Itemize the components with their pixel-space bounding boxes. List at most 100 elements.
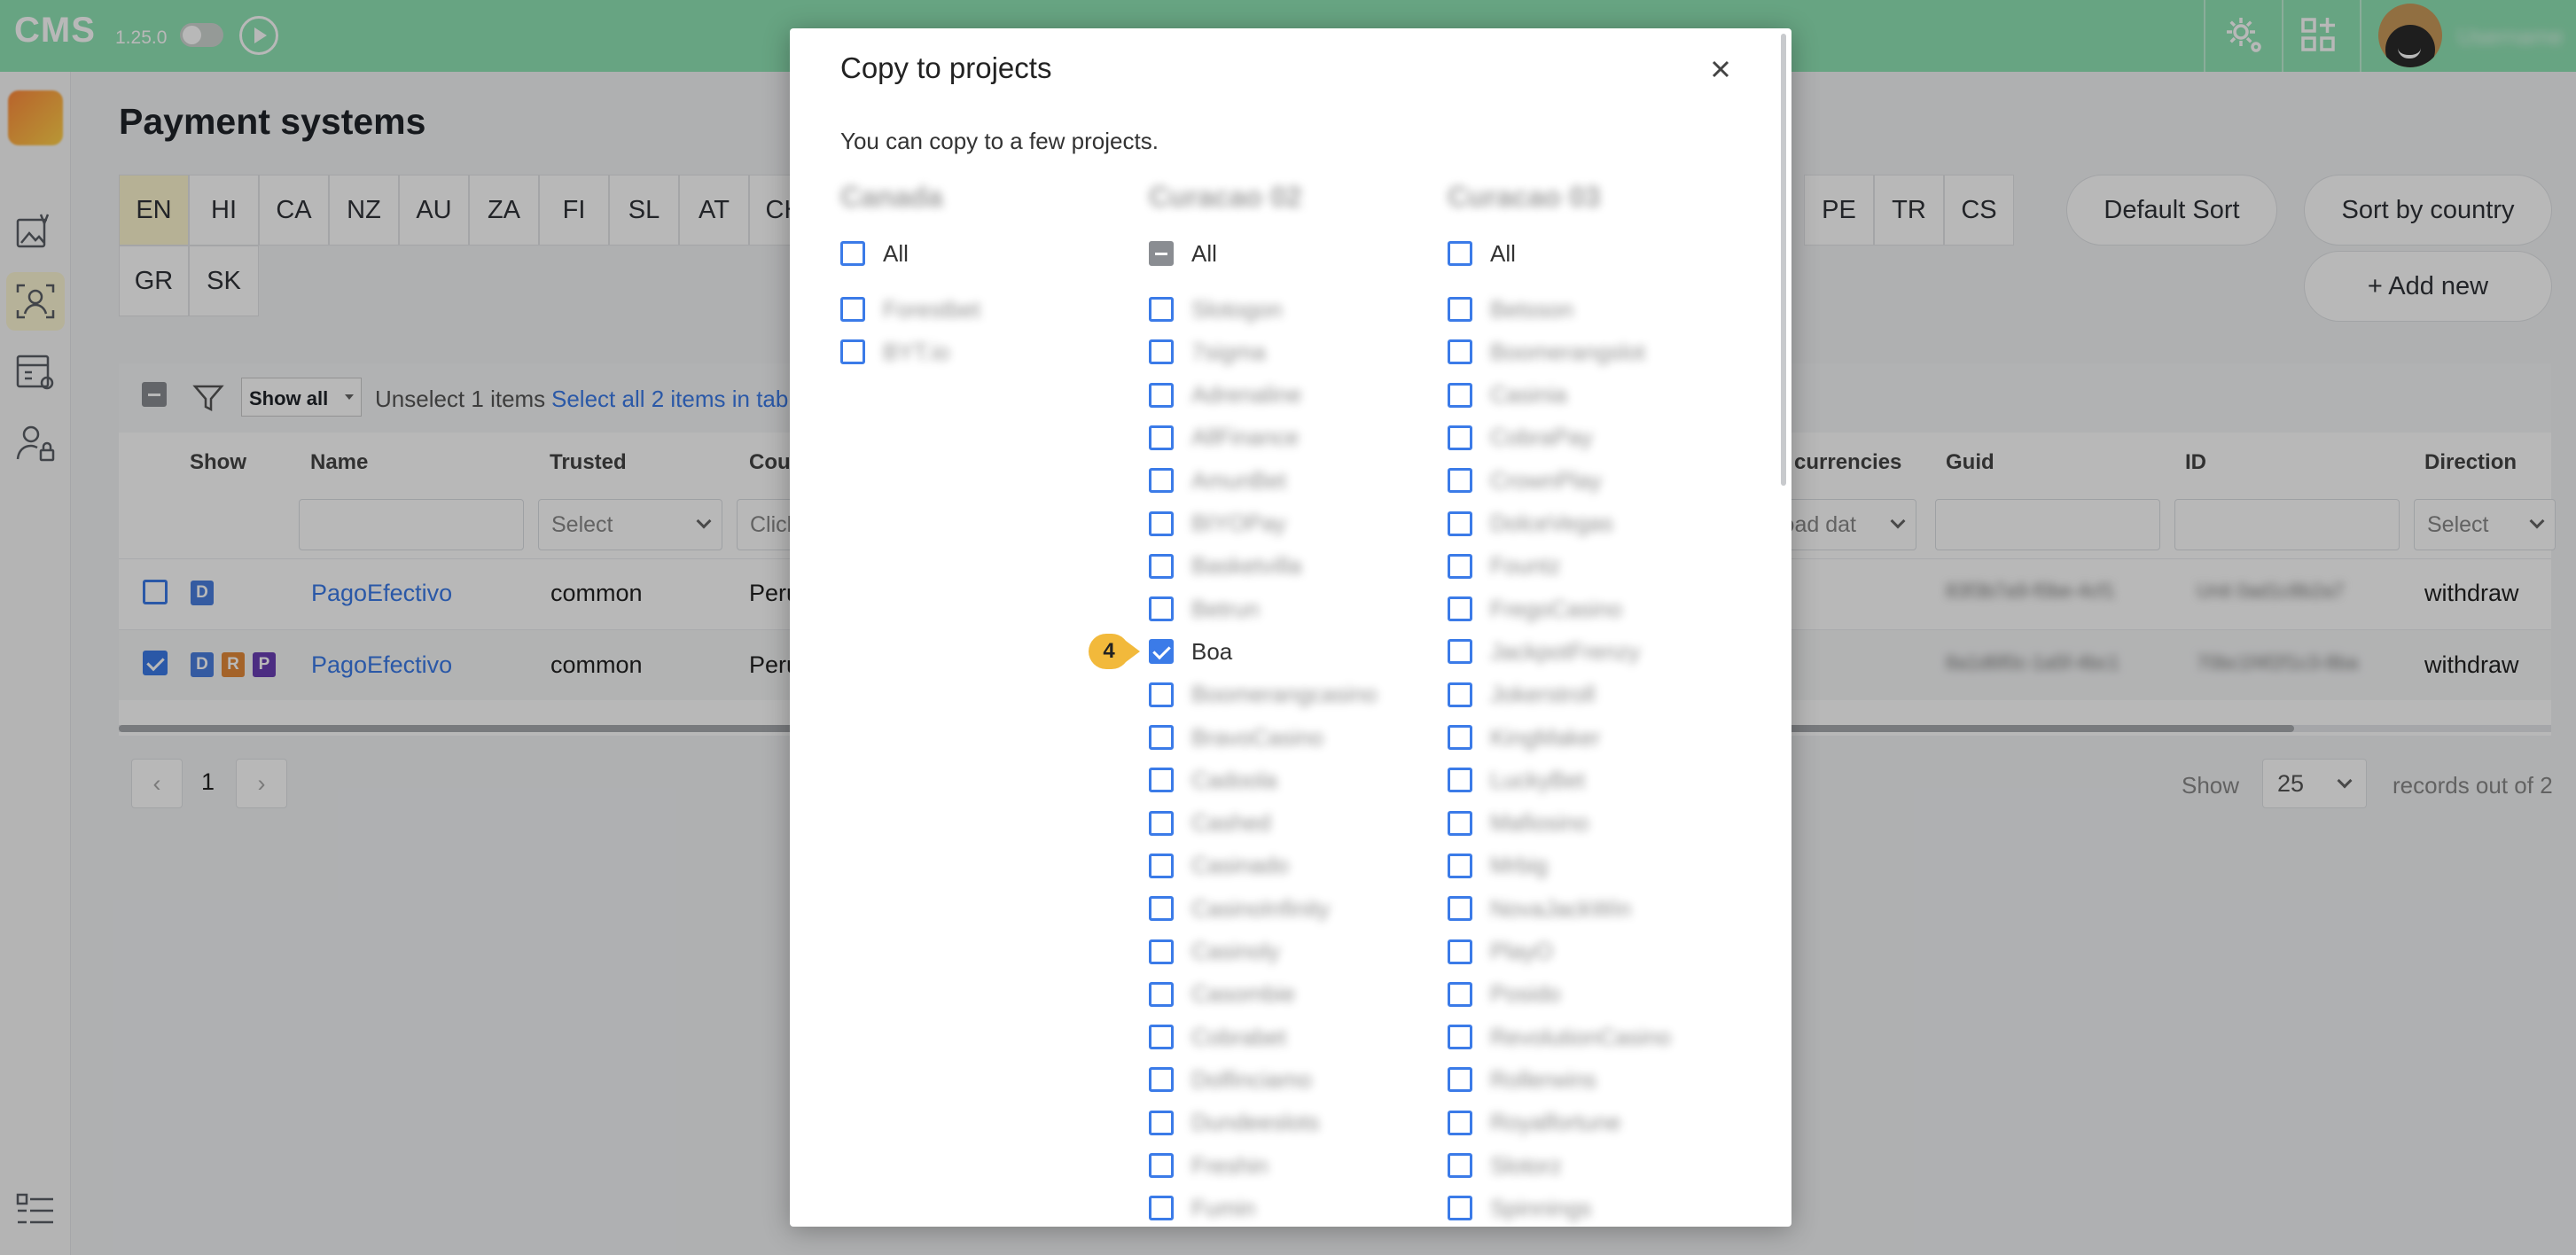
modal-scrollbar[interactable] bbox=[1781, 34, 1786, 486]
project-checkbox[interactable] bbox=[1448, 1025, 1472, 1050]
close-icon[interactable] bbox=[1701, 50, 1740, 89]
project-option[interactable]: KingMaker bbox=[1448, 723, 1600, 752]
project-option[interactable]: Casinia bbox=[1448, 381, 1567, 409]
project-checkbox[interactable] bbox=[1448, 596, 1472, 622]
project-checkbox[interactable] bbox=[1448, 382, 1472, 408]
project-checkbox[interactable] bbox=[1448, 297, 1472, 322]
project-option[interactable]: CobraPay bbox=[1448, 424, 1593, 452]
select-all-checkbox[interactable] bbox=[1149, 241, 1174, 266]
project-option[interactable]: Boomerangcasino bbox=[1149, 681, 1378, 709]
project-checkbox[interactable] bbox=[1448, 768, 1472, 793]
project-option[interactable]: FregoCasino bbox=[1448, 595, 1622, 623]
select-all-option[interactable]: All bbox=[1448, 239, 1516, 268]
project-checkbox[interactable] bbox=[1149, 939, 1174, 964]
project-option[interactable]: RevolutionCasino bbox=[1448, 1023, 1671, 1051]
project-option[interactable]: Dolfinciamo bbox=[1149, 1065, 1312, 1094]
project-checkbox[interactable] bbox=[1149, 382, 1174, 408]
project-checkbox[interactable] bbox=[1448, 511, 1472, 536]
project-checkbox[interactable] bbox=[1448, 425, 1472, 450]
project-option[interactable]: Cobrabet bbox=[1149, 1023, 1286, 1051]
project-option[interactable]: Jokerstroll bbox=[1448, 681, 1595, 709]
project-option[interactable]: 7sigma bbox=[1149, 338, 1266, 366]
project-option[interactable]: Spinnings bbox=[1448, 1194, 1591, 1222]
project-checkbox[interactable] bbox=[840, 339, 865, 365]
project-option[interactable]: Posido bbox=[1448, 980, 1561, 1009]
project-option[interactable]: Forestbet bbox=[840, 295, 980, 323]
project-option[interactable]: Fountz bbox=[1448, 552, 1561, 581]
project-checkbox[interactable] bbox=[1149, 297, 1174, 322]
project-checkbox[interactable] bbox=[1149, 1067, 1174, 1093]
project-option[interactable]: Freshin bbox=[1149, 1151, 1268, 1180]
project-checkbox[interactable] bbox=[1448, 939, 1472, 964]
select-all-checkbox[interactable] bbox=[1448, 241, 1472, 266]
project-option[interactable]: Cashed bbox=[1149, 809, 1271, 838]
project-checkbox[interactable] bbox=[1149, 339, 1174, 365]
select-all-checkbox[interactable] bbox=[840, 241, 865, 266]
project-checkbox[interactable] bbox=[1149, 1110, 1174, 1135]
project-checkbox[interactable] bbox=[1149, 596, 1174, 622]
project-option[interactable]: BIYOPay bbox=[1149, 510, 1286, 538]
project-checkbox[interactable] bbox=[1149, 725, 1174, 750]
project-checkbox[interactable] bbox=[1149, 1025, 1174, 1050]
project-checkbox[interactable] bbox=[1448, 981, 1472, 1007]
project-checkbox[interactable] bbox=[1448, 553, 1472, 579]
project-option[interactable]: Casombie bbox=[1149, 980, 1295, 1009]
project-option[interactable]: AllFinance bbox=[1149, 424, 1299, 452]
project-option[interactable]: BYT.io bbox=[840, 338, 949, 366]
project-checkbox[interactable] bbox=[1149, 468, 1174, 494]
project-checkbox[interactable] bbox=[1448, 339, 1472, 365]
project-checkbox[interactable] bbox=[1448, 1110, 1472, 1135]
project-option[interactable]: JackpotFrenzy bbox=[1448, 637, 1640, 666]
project-option[interactable]: PlayO bbox=[1448, 938, 1553, 966]
project-option[interactable]: Betrun bbox=[1149, 595, 1260, 623]
project-option[interactable]: LuckyBet bbox=[1448, 766, 1585, 794]
project-checkbox[interactable] bbox=[1448, 639, 1472, 665]
project-checkbox[interactable] bbox=[1149, 1196, 1174, 1221]
project-checkbox[interactable] bbox=[1448, 725, 1472, 750]
project-option[interactable]: NovaJackWin bbox=[1448, 894, 1631, 923]
project-checkbox[interactable] bbox=[1149, 1153, 1174, 1178]
project-option[interactable]: Mafiosino bbox=[1448, 809, 1589, 838]
project-option[interactable]: Royalfortune bbox=[1448, 1109, 1620, 1137]
project-checkbox[interactable] bbox=[1448, 810, 1472, 836]
project-checkbox[interactable] bbox=[1149, 810, 1174, 836]
select-all-option[interactable]: All bbox=[840, 239, 909, 268]
project-checkbox[interactable] bbox=[1149, 896, 1174, 922]
project-option[interactable]: Dundeeslots bbox=[1149, 1109, 1320, 1137]
project-option[interactable]: Adrenaline bbox=[1149, 381, 1301, 409]
project-option[interactable]: Cadoola bbox=[1149, 766, 1277, 794]
project-checkbox[interactable] bbox=[1448, 682, 1472, 707]
project-option[interactable]: Rollerwins bbox=[1448, 1065, 1596, 1094]
project-checkbox[interactable] bbox=[1448, 468, 1472, 494]
project-option[interactable]: Casinado bbox=[1149, 852, 1289, 880]
project-option[interactable]: BravoCasino bbox=[1149, 723, 1323, 752]
project-option[interactable]: AmunBet bbox=[1149, 466, 1286, 495]
project-option[interactable]: Slotogon bbox=[1149, 295, 1283, 323]
project-checkbox[interactable] bbox=[1149, 853, 1174, 878]
project-option[interactable]: Fumin bbox=[1149, 1194, 1255, 1222]
project-option[interactable]: DolceVegas bbox=[1448, 510, 1613, 538]
project-option[interactable]: Basketvilla bbox=[1149, 552, 1301, 581]
project-option[interactable]: Betsson bbox=[1448, 295, 1573, 323]
project-option[interactable]: CasinoInfinity bbox=[1149, 894, 1330, 923]
project-option[interactable]: Casinoly bbox=[1149, 938, 1280, 966]
project-checkbox[interactable] bbox=[1448, 853, 1472, 878]
project-checkbox[interactable] bbox=[1448, 1196, 1472, 1221]
project-checkbox[interactable] bbox=[1149, 981, 1174, 1007]
project-checkbox[interactable] bbox=[1149, 425, 1174, 450]
project-checkbox[interactable] bbox=[1149, 682, 1174, 707]
project-option[interactable]: Boa bbox=[1149, 637, 1232, 666]
project-checkbox[interactable] bbox=[1448, 1067, 1472, 1093]
project-checkbox[interactable] bbox=[1149, 511, 1174, 536]
project-option[interactable]: CrownPlay bbox=[1448, 466, 1602, 495]
project-option[interactable]: Boomerangslot bbox=[1448, 338, 1645, 366]
project-option[interactable]: Slotorz bbox=[1448, 1151, 1562, 1180]
project-checkbox[interactable] bbox=[840, 297, 865, 322]
project-option[interactable]: Mrbig bbox=[1448, 852, 1548, 880]
project-checkbox[interactable] bbox=[1448, 896, 1472, 922]
project-checkbox[interactable] bbox=[1149, 768, 1174, 793]
project-checkbox[interactable] bbox=[1149, 639, 1174, 665]
project-checkbox[interactable] bbox=[1448, 1153, 1472, 1178]
project-checkbox[interactable] bbox=[1149, 553, 1174, 579]
select-all-option[interactable]: All bbox=[1149, 239, 1217, 268]
